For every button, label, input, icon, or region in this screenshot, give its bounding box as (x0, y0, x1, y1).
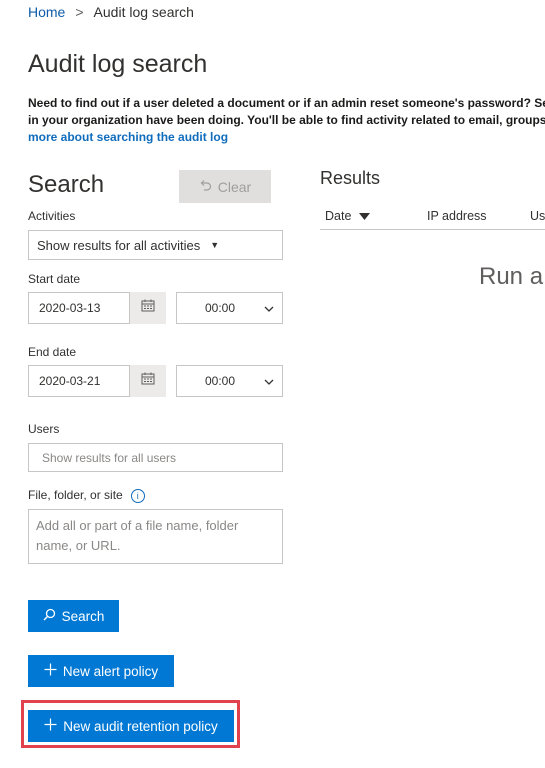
activities-value: Show results for all activities (37, 237, 201, 253)
end-date-value: 2020-03-21 (39, 374, 101, 388)
end-date-input[interactable]: 2020-03-21 (28, 365, 130, 397)
end-time-select[interactable]: 00:00 (176, 365, 283, 397)
search-heading: Search (28, 171, 105, 198)
breadcrumb-separator: > (75, 4, 84, 20)
users-input[interactable]: Show results for all users (28, 443, 283, 472)
caret-down-icon: ▼ (210, 240, 220, 250)
search-icon (43, 608, 56, 624)
file-folder-site-input[interactable]: Add all or part of a file name, folder n… (28, 509, 283, 564)
new-alert-policy-button[interactable]: New alert policy (28, 655, 174, 687)
start-time-value: 00:00 (205, 301, 236, 315)
users-label: Users (28, 422, 60, 436)
breadcrumb: Home > Audit log search (28, 4, 194, 20)
plus-icon (44, 663, 57, 679)
intro-line-1: Need to find out if a user deleted a doc… (28, 96, 545, 110)
new-audit-retention-policy-label: New audit retention policy (63, 718, 218, 734)
column-header-user[interactable]: Us (530, 209, 545, 223)
intro-text: Need to find out if a user deleted a doc… (28, 95, 545, 146)
results-header-divider (320, 229, 545, 230)
file-placeholder: Add all or part of a file name, folder n… (36, 518, 239, 553)
new-audit-retention-policy-button[interactable]: New audit retention policy (28, 710, 234, 742)
new-alert-policy-label: New alert policy (62, 663, 159, 679)
run-search-message: Run a (479, 263, 544, 290)
start-date-value: 2020-03-13 (39, 301, 101, 315)
start-date-calendar-button[interactable] (130, 292, 166, 324)
calendar-icon (141, 299, 155, 317)
breadcrumb-home-link[interactable]: Home (28, 4, 65, 20)
clear-button[interactable]: Clear (179, 170, 271, 203)
page-title: Audit log search (28, 50, 208, 78)
activities-label: Activities (28, 209, 76, 223)
clear-button-label: Clear (217, 178, 252, 195)
column-header-ip-address[interactable]: IP address (427, 209, 487, 223)
start-time-select[interactable]: 00:00 (176, 292, 283, 324)
end-time-value: 00:00 (205, 374, 236, 388)
column-header-date-label: Date (325, 209, 352, 223)
column-header-date[interactable]: Date (325, 209, 370, 223)
activities-dropdown[interactable]: Show results for all activities ▼ (28, 230, 283, 260)
start-date-label: Start date (28, 272, 81, 286)
file-folder-site-label: File, folder, or site (28, 488, 123, 502)
learn-more-link[interactable]: more about searching the audit log (28, 130, 228, 144)
chevron-down-icon (264, 301, 274, 315)
search-button-label: Search (61, 608, 105, 624)
start-date-input[interactable]: 2020-03-13 (28, 292, 130, 324)
users-placeholder: Show results for all users (42, 450, 177, 465)
calendar-icon (141, 372, 155, 390)
intro-line-2: in your organization have been doing. Yo… (28, 113, 545, 127)
end-date-label: End date (28, 345, 77, 359)
plus-icon (44, 718, 57, 734)
end-date-calendar-button[interactable] (130, 365, 166, 397)
sort-down-icon (358, 209, 370, 223)
undo-icon (199, 179, 212, 195)
file-label-row: File, folder, or site i (28, 488, 145, 503)
info-icon[interactable]: i (130, 488, 145, 503)
results-heading: Results (320, 168, 381, 188)
chevron-down-icon (264, 374, 274, 388)
search-button[interactable]: Search (28, 600, 119, 632)
breadcrumb-current: Audit log search (93, 4, 194, 20)
